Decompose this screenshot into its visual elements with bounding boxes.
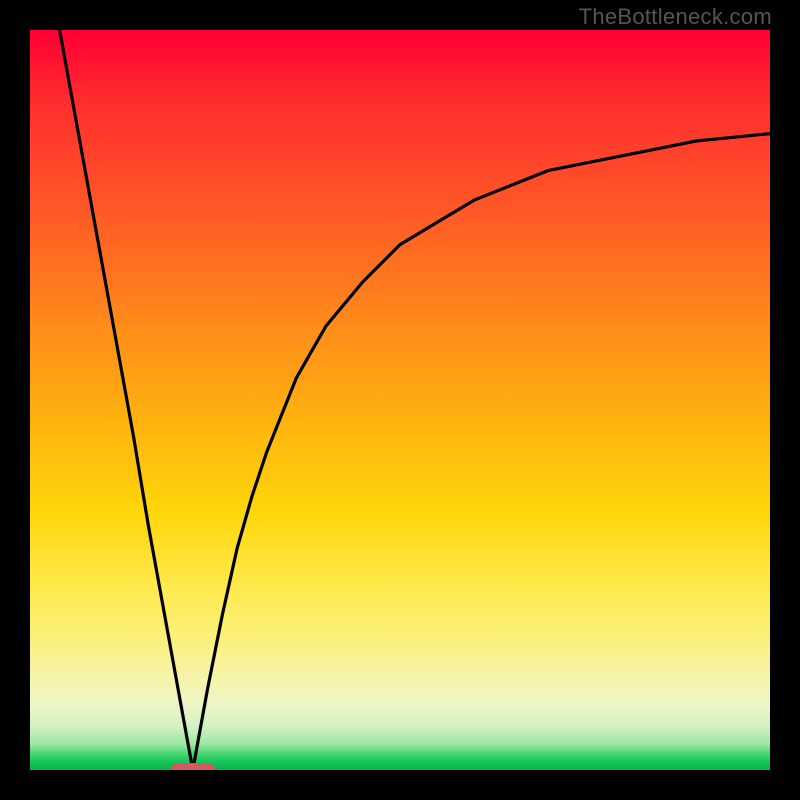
optimum-marker	[171, 763, 215, 770]
bottleneck-curve	[30, 30, 770, 770]
attribution-text: TheBottleneck.com	[579, 4, 772, 30]
chart-frame: TheBottleneck.com	[0, 0, 800, 800]
plot-area	[30, 30, 770, 770]
